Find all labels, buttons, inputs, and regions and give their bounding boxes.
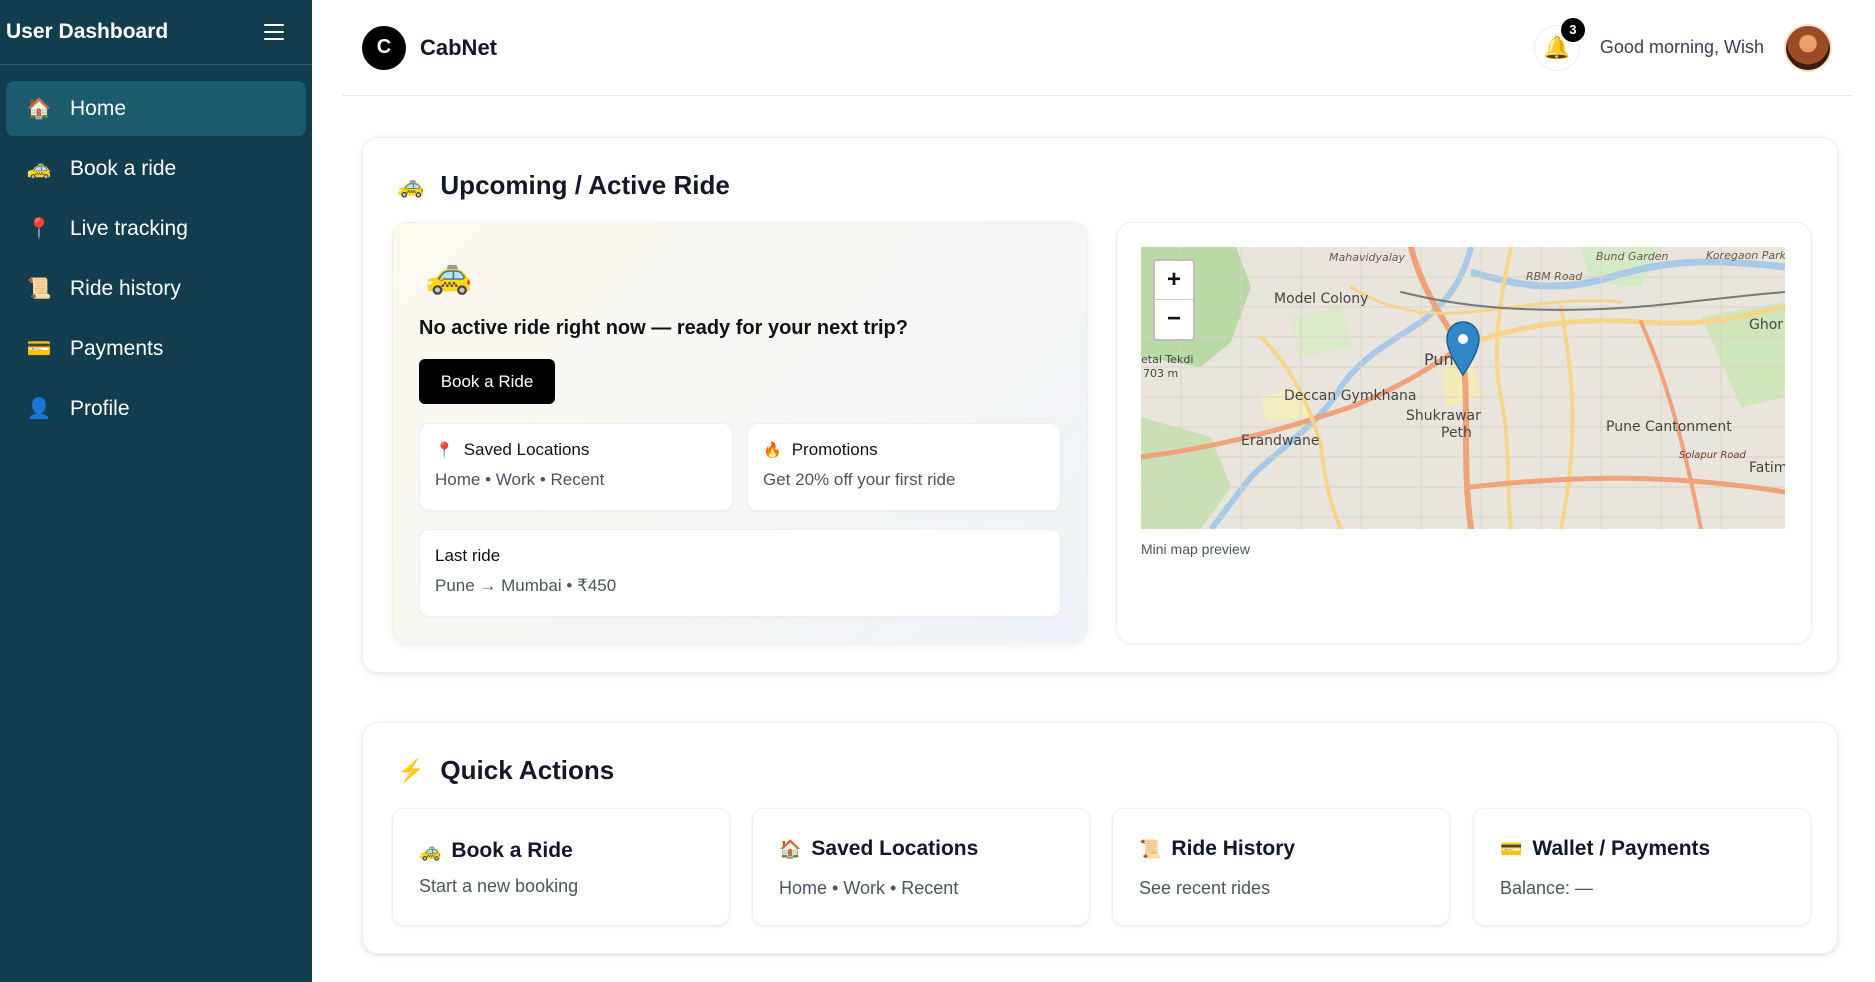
quick-action-title: Book a Ride — [451, 839, 573, 862]
user-icon: 👤 — [26, 398, 52, 420]
card-subtitle: Get 20% off your first ride — [763, 470, 956, 489]
sidebar-item-label: Payments — [70, 336, 164, 360]
no-active-ride-message: No active ride right now — ready for you… — [419, 317, 908, 339]
promotions-card[interactable]: 🔥 Promotions Get 20% off your first ride — [747, 423, 1061, 511]
pin-icon: 📍 — [26, 218, 52, 240]
map-label: Peth — [1441, 425, 1472, 441]
sidebar-item-label: Ride history — [70, 276, 181, 300]
home-icon: 🏠 — [779, 838, 802, 859]
active-ride-heading: 🚕 Upcoming / Active Ride — [397, 170, 730, 201]
notification-count-badge: 3 — [1560, 17, 1585, 42]
notifications-button[interactable]: 🔔 3 — [1533, 17, 1585, 71]
home-icon: 🏠 — [26, 98, 52, 120]
map-label: Erandwane — [1241, 433, 1319, 449]
map-label: RBM Road — [1526, 270, 1583, 283]
last-ride-card[interactable]: Last ride Pune → Mumbai • ₹450 — [419, 529, 1061, 617]
brand-name: CabNet — [420, 34, 498, 60]
quick-action-wallet-payments[interactable]: 💳 Wallet / Payments Balance: — — [1473, 808, 1811, 926]
section-title: Upcoming / Active Ride — [440, 170, 730, 200]
sidebar: User Dashboard 🏠 Home 🚕 Book a ride 📍 Li… — [0, 0, 312, 982]
map-label: Bund Garden — [1596, 250, 1669, 263]
taxi-icon: 🚕 — [397, 172, 425, 198]
saved-locations-card[interactable]: 📍 Saved Locations Home • Work • Recent — [419, 423, 733, 511]
sidebar-item-payments[interactable]: 💳 Payments — [6, 321, 306, 376]
sidebar-item-label: Home — [70, 96, 127, 120]
lightning-icon: ⚡ — [397, 757, 425, 783]
map-label: 703 m — [1143, 367, 1178, 380]
sidebar-item-home[interactable]: 🏠 Home — [6, 81, 306, 136]
quick-action-ride-history[interactable]: 📜 Ride History See recent rides — [1112, 808, 1450, 926]
map-zoom-control: + − — [1153, 259, 1195, 341]
pin-icon: 📍 — [435, 442, 454, 459]
sidebar-item-ride-history[interactable]: 📜 Ride history — [6, 261, 306, 316]
map-label: Pune Cantonment — [1606, 419, 1732, 435]
map-view[interactable]: Mahavidyalay Bund Garden Koregaon Park R… — [1141, 247, 1785, 529]
header-right: 🔔 3 Good morning, Wish — [1533, 17, 1832, 72]
quick-actions-heading: ⚡ Quick Actions — [397, 755, 614, 786]
quick-action-book-a-ride[interactable]: 🚕 Book a Ride Start a new booking — [392, 808, 730, 926]
credit-card-icon: 💳 — [26, 338, 52, 360]
sidebar-nav: 🏠 Home 🚕 Book a ride 📍 Live tracking 📜 R… — [0, 65, 312, 457]
card-subtitle: Pune → Mumbai • ₹450 — [435, 576, 617, 595]
sidebar-header: User Dashboard — [0, 0, 312, 65]
sidebar-item-live-tracking[interactable]: 📍 Live tracking — [6, 201, 306, 256]
map-label: etal Tekdi — [1141, 353, 1193, 366]
active-ride-card: 🚕 No active ride right now — ready for y… — [392, 222, 1088, 644]
sidebar-item-profile[interactable]: 👤 Profile — [6, 381, 306, 436]
card-subtitle: Home • Work • Recent — [435, 470, 605, 489]
quick-action-title: Saved Locations — [811, 837, 979, 860]
quick-action-saved-locations[interactable]: 🏠 Saved Locations Home • Work • Recent — [752, 808, 1090, 926]
map-label: Shukrawar — [1406, 408, 1481, 424]
quick-action-subtitle: Start a new booking — [419, 876, 579, 896]
quick-action-title: Wallet / Payments — [1532, 837, 1711, 860]
top-header: C CabNet 🔔 3 Good morning, Wish — [342, 0, 1852, 96]
avatar[interactable] — [1784, 23, 1832, 72]
sidebar-item-label: Book a ride — [70, 156, 177, 180]
map-label: Mahavidyalay — [1329, 251, 1406, 264]
map-label: Koregaon Park — [1706, 249, 1785, 262]
map-label: Fatim — [1749, 460, 1785, 476]
sidebar-item-label: Live tracking — [70, 216, 188, 240]
menu-toggle-icon[interactable] — [264, 24, 284, 40]
taxi-icon: 🚕 — [26, 158, 52, 180]
taxi-icon: 🚕 — [425, 254, 473, 296]
section-title: Quick Actions — [440, 755, 615, 785]
map-label: Solapur Road — [1679, 450, 1747, 461]
scroll-icon: 📜 — [26, 278, 52, 300]
sidebar-item-book-a-ride[interactable]: 🚕 Book a ride — [6, 141, 306, 196]
map-tiles: Mahavidyalay Bund Garden Koregaon Park R… — [1141, 247, 1785, 529]
sidebar-title: User Dashboard — [6, 20, 169, 43]
quick-action-subtitle: Balance: — — [1500, 878, 1594, 898]
book-a-ride-button[interactable]: Book a Ride — [419, 359, 555, 404]
map-label: Deccan Gymkhana — [1284, 388, 1416, 404]
quick-action-title: Ride History — [1171, 837, 1296, 860]
fire-icon: 🔥 — [763, 442, 782, 459]
credit-card-icon: 💳 — [1500, 838, 1523, 859]
zoom-in-button[interactable]: + — [1155, 261, 1193, 300]
mini-map-card: Mahavidyalay Bund Garden Koregaon Park R… — [1116, 222, 1812, 644]
map-label: Model Colony — [1274, 291, 1368, 307]
taxi-icon: 🚕 — [419, 840, 442, 861]
zoom-out-button[interactable]: − — [1155, 300, 1193, 338]
quick-action-subtitle: Home • Work • Recent — [779, 878, 959, 898]
brand-logo[interactable]: C — [362, 25, 406, 70]
sidebar-item-label: Profile — [70, 396, 130, 420]
map-label: Ghor — [1749, 317, 1783, 333]
card-title: Last ride — [435, 546, 501, 565]
greeting-text: Good morning, Wish — [1599, 37, 1764, 57]
map-caption: Mini map preview — [1141, 541, 1250, 557]
quick-action-subtitle: See recent rides — [1139, 878, 1271, 898]
card-title: Saved Locations — [463, 440, 590, 459]
scroll-icon: 📜 — [1139, 838, 1162, 859]
card-title: Promotions — [791, 440, 878, 459]
